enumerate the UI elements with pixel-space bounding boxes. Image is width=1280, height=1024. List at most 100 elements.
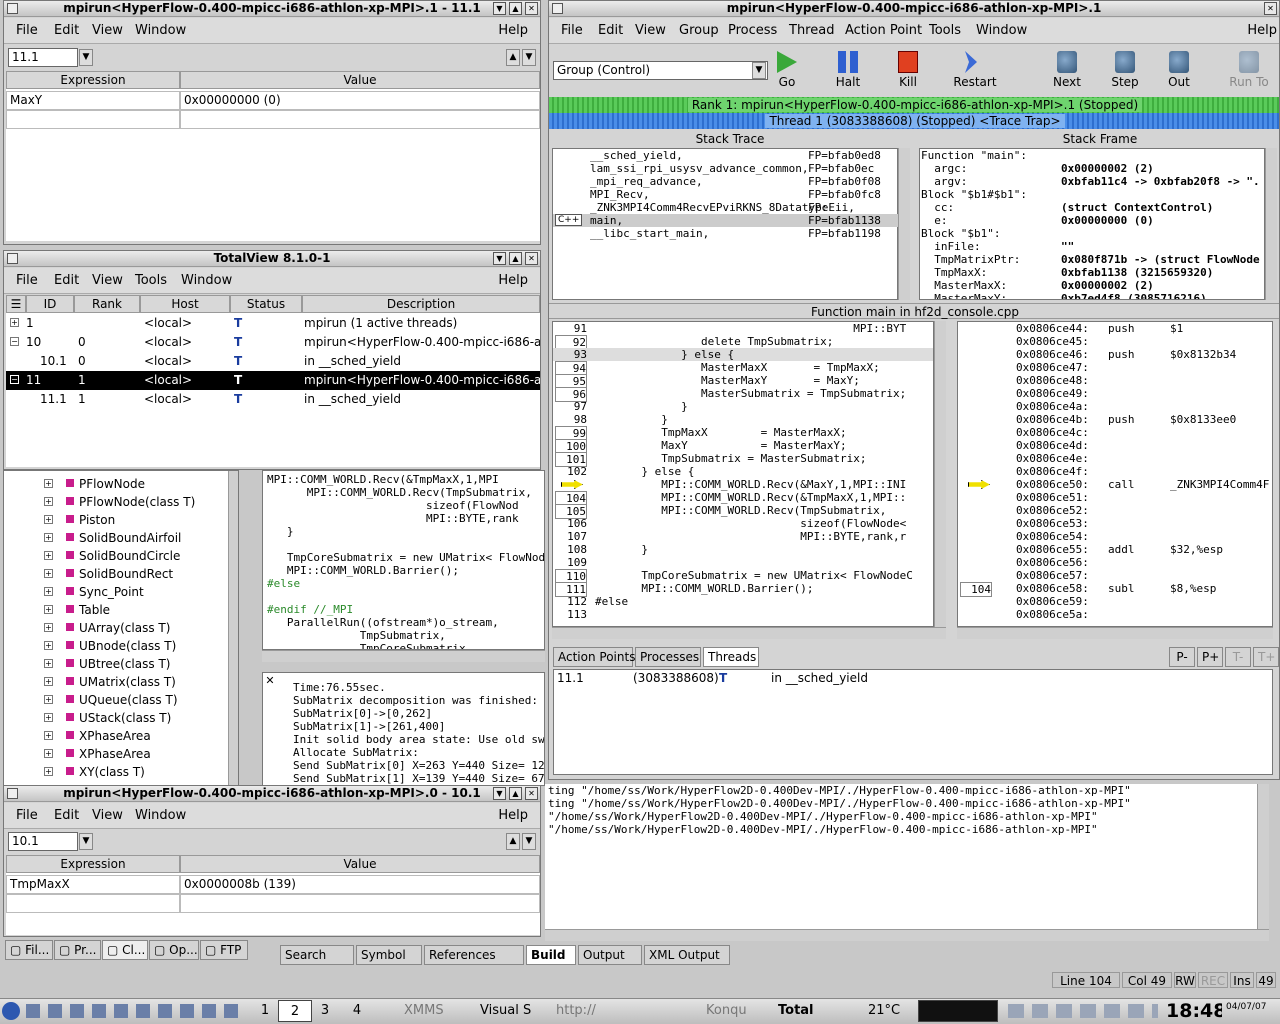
source-line[interactable]: MPI::COMM_WORLD.Recv(&MaxY,1,MPI::INI	[553, 478, 933, 491]
line-number[interactable]: 106	[553, 517, 587, 530]
process-row[interactable]: −11 1 <local> Tmpirun<HyperFlow-0.400-mpicc…	[6, 371, 540, 390]
col-id[interactable]: ID	[26, 295, 74, 313]
menu-view[interactable]: View	[92, 808, 123, 823]
col-rank[interactable]: Rank	[74, 295, 140, 313]
run-to-button[interactable]: Run To	[1219, 45, 1279, 95]
asm-line[interactable]: 0x0806ce4b: push $0x8133ee0	[958, 413, 1272, 426]
asm-line[interactable]: 0x0806ce4c:	[958, 426, 1272, 439]
process-row[interactable]: +1 <local> Tmpirun (1 active threads)	[6, 314, 540, 333]
expression-cell-empty[interactable]	[6, 894, 180, 913]
source-line[interactable]: 97 }	[553, 400, 933, 413]
menu-file[interactable]: File	[16, 808, 38, 823]
col-value[interactable]: Value	[180, 71, 540, 89]
asm-line[interactable]: 0x0806ce59:	[958, 595, 1272, 608]
menu-help[interactable]: Help	[498, 23, 528, 38]
frame-row[interactable]: Function "main":	[921, 149, 1264, 162]
menu-file[interactable]: File	[561, 23, 583, 38]
source-line[interactable]: 91 MPI::BYT	[553, 322, 933, 335]
tab-ftp[interactable]: ▢ FTP	[200, 940, 248, 960]
asm-line[interactable]: 0x0806ce57:	[958, 569, 1272, 582]
desktop-1[interactable]: 1	[254, 1000, 276, 1022]
stack-row[interactable]: lam_ssi_rpi_usysv_advance_common, FP=bfab…	[553, 162, 898, 175]
expand-icon[interactable]: −	[10, 375, 19, 384]
process-tab[interactable]: Threads	[703, 647, 759, 667]
frame-row[interactable]: argv: 0xbfab11c4 -> 0xbfab20f8 -> ".	[921, 175, 1264, 188]
line-number[interactable]: 109	[553, 556, 587, 569]
out-button[interactable]: Out	[1149, 45, 1209, 95]
close-icon[interactable]: ✕	[1264, 2, 1277, 15]
expand-icon[interactable]: +	[44, 569, 53, 578]
frame-row[interactable]: MasterMaxX: 0x00000002 (2)	[921, 279, 1264, 292]
expression-cell[interactable]: MaxY	[6, 91, 180, 110]
scroll-down-icon[interactable]: ▼	[522, 49, 536, 66]
asm-line[interactable]: 0x0806ce5a:	[958, 608, 1272, 621]
menu-action-point[interactable]: Action Point	[845, 23, 922, 38]
col-expression[interactable]: Expression	[6, 71, 180, 89]
source-line[interactable]: 105 MPI::COMM_WORLD.Recv(TmpSubmatrix,	[553, 504, 933, 519]
close-icon[interactable]: ✕	[525, 2, 538, 15]
window-menu-icon[interactable]	[7, 3, 18, 14]
menu-tools[interactable]: Tools	[929, 23, 961, 38]
source-line[interactable]: 110 TmpCoreSubmatrix = new UMatrix< Flow…	[553, 569, 933, 584]
expand-icon[interactable]: +	[44, 767, 53, 776]
menu-group[interactable]: Group	[679, 23, 719, 38]
ide-tab[interactable]: Symbol	[356, 945, 422, 965]
frame-row[interactable]: TmpMaxX: 0xbfab1138 (3215659320)	[921, 266, 1264, 279]
asm-line[interactable]: 0x0806ce56:	[958, 556, 1272, 569]
col-expression[interactable]: Expression	[6, 855, 180, 873]
menu-view[interactable]: View	[635, 23, 666, 38]
stack-frame-scrollbar[interactable]	[1265, 148, 1277, 300]
menu-file[interactable]: File	[16, 23, 38, 38]
expand-icon[interactable]: +	[44, 731, 53, 740]
source-line[interactable]: 96 MasterSubmatrix = TmpSubmatrix;	[553, 387, 933, 402]
title-bar[interactable]: mpirun<HyperFlow-0.400-mpicc-i686-athlon…	[549, 1, 1279, 17]
value-cell[interactable]: 0x0000008b (139)	[180, 875, 540, 894]
chevron-down-icon[interactable]: ▼	[79, 833, 93, 850]
frame-row[interactable]: e: 0x00000000 (0)	[921, 214, 1264, 227]
menu-help[interactable]: Help	[1247, 23, 1277, 38]
clock[interactable]: 18:48	[1166, 1000, 1222, 1022]
scroll-up-icon[interactable]: ▲	[506, 49, 520, 66]
thread-id-field[interactable]: 10.1	[8, 832, 78, 851]
tab-files[interactable]: ▢ Fil...	[5, 940, 53, 960]
stack-row[interactable]: __libc_start_main, FP=bfab1198	[553, 227, 898, 240]
process-tab[interactable]: Action Points	[553, 647, 635, 667]
minimize-icon[interactable]: ▼	[493, 787, 506, 800]
line-number[interactable]: 97	[553, 400, 587, 413]
menu-file[interactable]: File	[16, 273, 38, 288]
menu-view[interactable]: View	[92, 23, 123, 38]
source-line[interactable]: 100 MaxY = MasterMaxY;	[553, 439, 933, 454]
expression-cell[interactable]: TmpMaxX	[6, 875, 180, 894]
menu-process[interactable]: Process	[728, 23, 777, 38]
source-line[interactable]: 109	[553, 556, 933, 569]
col-description[interactable]: Description	[302, 295, 540, 313]
close-icon[interactable]: ✕	[525, 252, 538, 265]
menu-window[interactable]: Window	[976, 23, 1027, 38]
expand-icon[interactable]: +	[44, 713, 53, 722]
source-line[interactable]: 94 MasterMaxX = TmpMaxX;	[553, 361, 933, 376]
col-icon[interactable]: ☰	[6, 295, 26, 313]
line-number[interactable]: 113	[553, 608, 587, 621]
expand-icon[interactable]: +	[44, 749, 53, 758]
ide-tab[interactable]: Search	[280, 945, 354, 965]
expand-icon[interactable]: +	[44, 479, 53, 488]
task-http[interactable]: http://	[538, 1000, 606, 1022]
asm-line[interactable]: 0x0806ce4e:	[958, 452, 1272, 465]
menu-edit[interactable]: Edit	[54, 23, 79, 38]
source-line[interactable]: 113	[553, 608, 933, 621]
frame-row[interactable]: cc: (struct ContextControl)	[921, 201, 1264, 214]
menu-help[interactable]: Help	[498, 273, 528, 288]
scroll-up-icon[interactable]: ▲	[506, 833, 520, 850]
menu-edit[interactable]: Edit	[54, 273, 79, 288]
expand-icon[interactable]: +	[10, 318, 19, 327]
close-icon[interactable]: ✕	[525, 787, 538, 800]
source-line[interactable]: 101 TmpSubmatrix = MasterSubmatrix;	[553, 452, 933, 467]
line-number[interactable]: 93	[553, 348, 587, 361]
build-vscroll[interactable]	[1257, 784, 1269, 929]
stack-trace-scrollbar[interactable]	[898, 148, 910, 300]
maximize-icon[interactable]: ▲	[509, 252, 522, 265]
asm-line[interactable]: 0x0806ce50: call _ZNK3MPI4Comm4F	[958, 478, 1272, 491]
asm-line[interactable]: 0x0806ce4f:	[958, 465, 1272, 478]
window-menu-icon[interactable]	[7, 788, 18, 799]
step-button[interactable]: Step	[1095, 45, 1155, 95]
